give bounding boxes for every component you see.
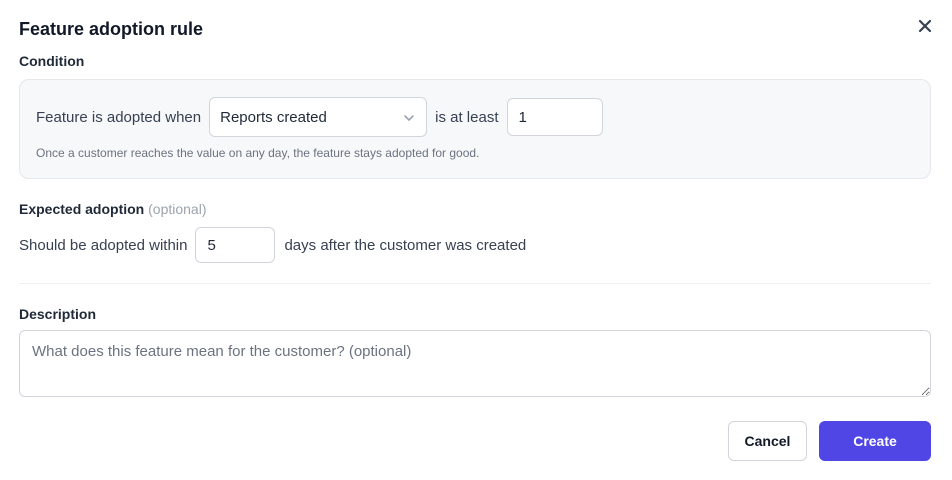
expected-prefix: Should be adopted within	[19, 236, 188, 254]
threshold-input[interactable]	[506, 98, 603, 136]
dialog-title: Feature adoption rule	[19, 19, 204, 39]
expected-adoption-label: Expected adoption (optional)	[19, 201, 207, 217]
description-textarea[interactable]	[19, 330, 931, 397]
days-input[interactable]	[195, 227, 276, 263]
create-button[interactable]: Create	[819, 421, 931, 461]
expected-suffix: days after the customer was created	[284, 236, 527, 254]
condition-hint: Once a customer reaches the value on any…	[36, 146, 480, 160]
optional-tag: (optional)	[148, 201, 207, 217]
section-divider	[19, 283, 931, 284]
condition-panel: Feature is adopted when Reports created …	[19, 79, 931, 179]
feature-adoption-dialog: Feature adoption rule Condition Feature …	[0, 0, 952, 480]
expected-adoption-title: Expected adoption	[19, 201, 145, 217]
expected-row: Should be adopted within days after the …	[19, 227, 526, 263]
comparator-label: is at least	[435, 108, 499, 126]
close-button[interactable]	[914, 15, 936, 37]
metric-select[interactable]: Reports created	[209, 97, 428, 137]
condition-prefix: Feature is adopted when	[36, 108, 202, 126]
metric-select-value: Reports created	[220, 108, 327, 126]
cancel-button[interactable]: Cancel	[728, 421, 807, 461]
description-label: Description	[19, 306, 97, 322]
condition-row: Feature is adopted when Reports created …	[36, 97, 603, 137]
chevron-down-icon	[404, 115, 414, 121]
condition-label: Condition	[19, 53, 85, 69]
close-icon	[918, 19, 932, 33]
